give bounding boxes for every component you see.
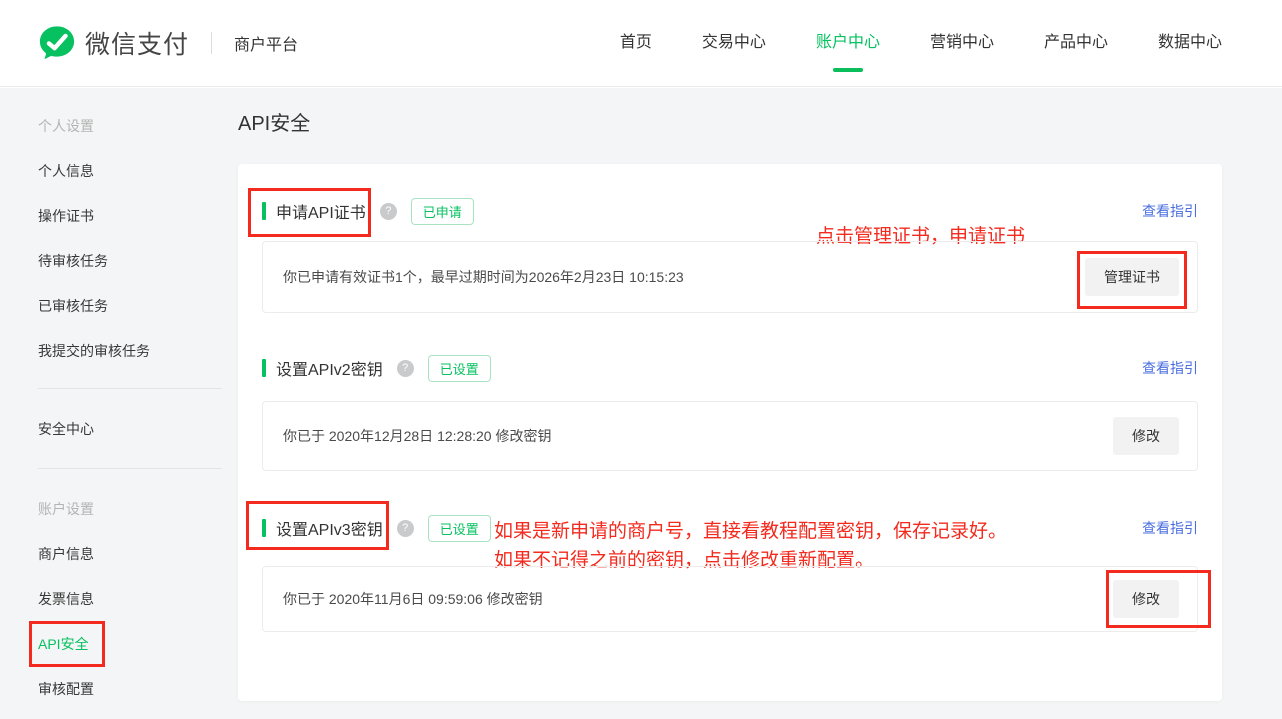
cert-status-text: 你已申请有效证书1个，最早过期时间为2026年2月23日 10:15:23 (283, 269, 684, 285)
page-title: API安全 (238, 113, 311, 135)
section-accent-bar (262, 202, 266, 220)
apiv2-status-text: 你已于 2020年12月28日 12:28:20 修改密钥 (283, 428, 552, 444)
wechat-pay-merchant-page: 微信支付 商户平台 首页 交易中心 账户中心 营销中心 产品中心 数据中心 个人… (0, 0, 1282, 719)
help-icon[interactable]: ? (379, 202, 397, 220)
section-box-apiv2: 你已于 2020年12月28日 12:28:20 修改密钥 修改 (262, 401, 1198, 471)
sidebar-group-account: 账户设置 商户信息 发票信息 API安全 审核配置 (0, 487, 222, 712)
logo[interactable]: 微信支付 (38, 24, 189, 62)
wechat-pay-logo-icon (39, 26, 75, 60)
section-accent-bar (262, 359, 266, 377)
page-body: 个人设置 个人信息 操作证书 待审核任务 已审核任务 我提交的审核任务 安全中心… (0, 88, 1282, 719)
nav-transaction-center[interactable]: 交易中心 (702, 31, 766, 55)
status-badge-set-v3: 已设置 (427, 514, 491, 542)
section-title-apiv3: 设置APIv3密钥 (276, 522, 383, 539)
sidebar-item-invoice-info[interactable]: 发票信息 (0, 577, 222, 622)
nav-home[interactable]: 首页 (620, 31, 652, 55)
sidebar-header-personal-settings: 个人设置 (38, 118, 94, 134)
nav-data-center[interactable]: 数据中心 (1158, 31, 1222, 55)
modify-apiv3-button-wrap: 修改 (1106, 570, 1211, 628)
sidebar-header-account-settings: 账户设置 (38, 501, 94, 517)
section-accent-bar (262, 519, 266, 537)
modify-apiv3-button[interactable]: 修改 (1113, 580, 1179, 618)
sidebar-item-reviewed-tasks[interactable]: 已审核任务 (0, 284, 222, 329)
nav-product-center[interactable]: 产品中心 (1044, 31, 1108, 55)
sidebar-item-security-center[interactable]: 安全中心 (0, 407, 222, 452)
logo-text: 微信支付 (85, 31, 190, 59)
section-box-apiv3: 你已于 2020年11月6日 09:59:06 修改密钥 修改 (262, 566, 1211, 632)
help-icon[interactable]: ? (396, 519, 414, 537)
sidebar-item-personal-info[interactable]: 个人信息 (0, 149, 222, 194)
guide-link-api-cert[interactable]: 查看指引 (1142, 201, 1198, 221)
sidebar-item-api-security-label: API安全 (38, 636, 89, 652)
sidebar-item-merchant-info[interactable]: 商户信息 (0, 532, 222, 577)
nav-marketing-center[interactable]: 营销中心 (930, 31, 994, 55)
sidebar-item-review-config[interactable]: 审核配置 (0, 667, 222, 712)
manage-cert-button[interactable]: 管理证书 (1085, 258, 1179, 296)
sidebar-item-api-security[interactable]: API安全 (0, 621, 222, 667)
sidebar-divider (38, 468, 222, 469)
main-content: API安全 点击管理证书，申请证书 如果是新申请的商户号，直接看教程配置密钥，保… (222, 88, 1282, 719)
help-icon[interactable]: ? (396, 359, 414, 377)
sidebar-item-pending-review-tasks[interactable]: 待审核任务 (0, 239, 222, 284)
sidebar: 个人设置 个人信息 操作证书 待审核任务 已审核任务 我提交的审核任务 安全中心… (0, 88, 222, 719)
section-head-apiv2: 设置APIv2密钥 ? 已设置 查看指引 (262, 353, 1198, 383)
header-separator (211, 32, 213, 54)
top-nav: 首页 交易中心 账户中心 营销中心 产品中心 数据中心 (620, 31, 1222, 72)
section-title-apiv2: 设置APIv2密钥 (276, 362, 383, 379)
sidebar-divider (38, 388, 222, 389)
active-tab-underline (832, 68, 863, 72)
modify-apiv2-button[interactable]: 修改 (1113, 417, 1179, 455)
top-header: 微信支付 商户平台 首页 交易中心 账户中心 营销中心 产品中心 数据中心 (0, 0, 1282, 87)
modify-apiv2-button-wrap: 修改 (1113, 417, 1179, 455)
section-head-api-cert: 申请API证书 ? 已申请 查看指引 (248, 188, 1198, 237)
nav-account-center-label: 账户中心 (815, 34, 880, 51)
status-badge-set-v2: 已设置 (427, 354, 491, 382)
sidebar-group-security: 安全中心 (0, 407, 222, 452)
section-head-apiv3: 设置APIv3密钥 ? 已设置 查看指引 (246, 501, 1198, 550)
api-security-card: 点击管理证书，申请证书 如果是新申请的商户号，直接看教程配置密钥，保存记录好。 … (238, 164, 1222, 701)
sidebar-item-operation-cert[interactable]: 操作证书 (0, 194, 222, 239)
manage-cert-button-wrap: 管理证书 (1077, 251, 1187, 309)
sidebar-group-personal: 个人设置 个人信息 操作证书 待审核任务 已审核任务 我提交的审核任务 (0, 104, 222, 374)
sidebar-item-my-submitted-tasks[interactable]: 我提交的审核任务 (0, 329, 222, 374)
section-title-api-cert: 申请API证书 (276, 205, 366, 222)
guide-link-apiv3[interactable]: 查看指引 (1142, 518, 1198, 538)
status-badge-applied: 已申请 (410, 197, 474, 225)
portal-label: 商户平台 (234, 37, 299, 54)
apiv3-status-text: 你已于 2020年11月6日 09:59:06 修改密钥 (283, 591, 543, 607)
section-box-api-cert: 你已申请有效证书1个，最早过期时间为2026年2月23日 10:15:23 管理… (262, 241, 1198, 313)
nav-account-center[interactable]: 账户中心 (815, 31, 880, 72)
guide-link-apiv2[interactable]: 查看指引 (1142, 358, 1198, 378)
